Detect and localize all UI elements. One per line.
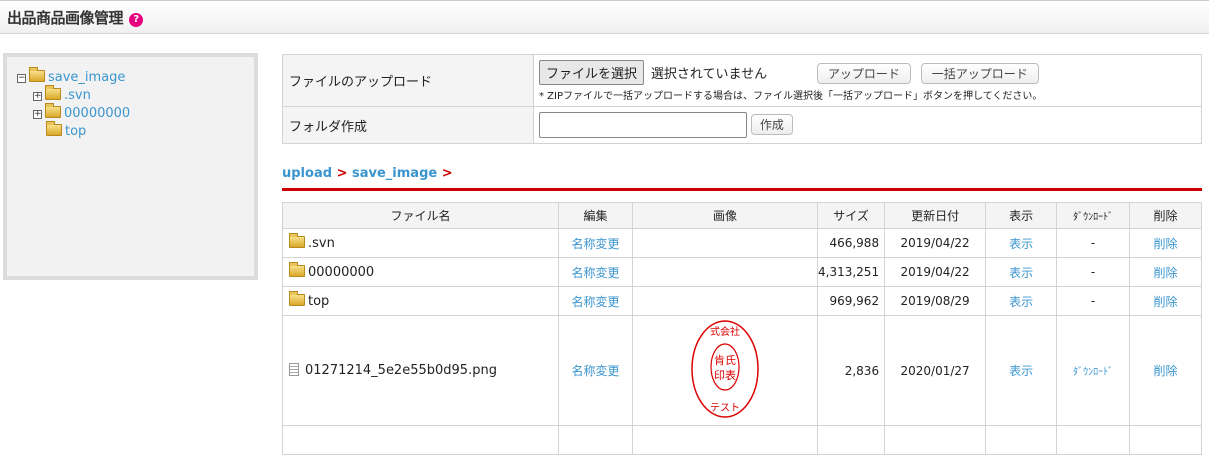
show-link[interactable]: 表示	[1009, 266, 1033, 280]
col-header: 更新日付	[884, 202, 987, 229]
delete-link[interactable]: 削除	[1154, 237, 1178, 251]
image-cell	[632, 286, 818, 316]
folder-icon	[289, 232, 305, 248]
file-name: .svn	[308, 235, 335, 251]
choose-file-button[interactable]: ファイルを選択	[539, 59, 645, 85]
file-date: 2019/04/22	[884, 228, 987, 258]
show-link[interactable]: 表示	[1009, 237, 1033, 251]
upload-button[interactable]: アップロード	[816, 62, 911, 84]
rename-link[interactable]: 名称変更	[571, 266, 619, 280]
delete-link[interactable]: 削除	[1154, 364, 1178, 378]
show-link[interactable]: 表示	[1009, 295, 1033, 309]
upload-note: * ZIPファイルで一括アップロードする場合は、ファイル選択後「一括アップロード…	[539, 90, 1043, 102]
collapse-icon[interactable]: −	[17, 74, 26, 83]
delete-link[interactable]: 削除	[1154, 295, 1178, 309]
breadcrumb: upload > save_image >	[282, 166, 453, 181]
svg-text:テスト: テスト	[710, 403, 740, 414]
image-cell	[632, 228, 818, 258]
page-title: 出品商品画像管理?	[7, 7, 144, 28]
breadcrumb-link[interactable]: save_image	[352, 166, 437, 181]
rename-link[interactable]: 名称変更	[571, 295, 619, 309]
col-header: ファイル名	[282, 202, 559, 229]
folder-icon	[46, 121, 62, 136]
tree-link[interactable]: top	[65, 124, 86, 139]
file-name: top	[308, 293, 330, 309]
divider	[282, 188, 1202, 191]
folder-icon	[45, 85, 61, 100]
folder-icon	[289, 290, 305, 306]
file-table: ファイル名 編集 画像 サイズ 更新日付 表示 ﾀﾞｳﾝﾛｰﾄﾞ 削除 .svn…	[282, 202, 1202, 455]
no-file-text: 選択されていません	[650, 66, 768, 82]
download-link[interactable]: ﾀﾞｳﾝﾛｰﾄﾞ	[1073, 367, 1113, 378]
table-row: 01271214_5e2e55b0d95.png 名称変更 肯氏 印表 式会社 …	[282, 315, 1202, 426]
breadcrumb-sep: >	[441, 166, 453, 181]
breadcrumb-sep: >	[336, 166, 348, 181]
image-cell	[632, 257, 818, 287]
folder-name-input[interactable]	[539, 112, 747, 138]
folder-icon	[29, 67, 45, 82]
file-date: 2019/08/29	[884, 286, 987, 316]
svg-text:印表: 印表	[714, 368, 736, 382]
file-name: 01271214_5e2e55b0d95.png	[305, 363, 497, 378]
tree-node[interactable]: top	[17, 121, 254, 141]
table-row: .svn 名称変更 466,988 2019/04/22 表示 - 削除	[282, 228, 1202, 258]
col-header: 編集	[558, 202, 633, 229]
folder-icon	[45, 103, 61, 118]
table-row: 00000000 名称変更 4,313,251 2019/04/22 表示 - …	[282, 257, 1202, 287]
file-date: 2020/01/27	[884, 315, 987, 426]
expand-icon[interactable]: +	[33, 110, 42, 119]
folder-icon	[289, 261, 305, 277]
bulk-upload-button[interactable]: 一括アップロード	[920, 62, 1039, 84]
breadcrumb-link[interactable]: upload	[282, 166, 332, 181]
upload-label: ファイルのアップロード	[282, 54, 534, 107]
table-row: top 名称変更 969,962 2019/08/29 表示 - 削除	[282, 286, 1202, 316]
col-header: 削除	[1129, 202, 1202, 229]
file-name: 00000000	[308, 264, 375, 280]
image-cell: 肯氏 印表 式会社 テスト	[632, 315, 818, 426]
file-size: 969,962	[816, 286, 886, 316]
title-text: 出品商品画像管理	[7, 9, 124, 27]
col-header: 画像	[632, 202, 818, 229]
download-cell: -	[1056, 257, 1131, 287]
upload-form: ファイルのアップロード ファイルを選択 選択されていません アップロード 一括ア…	[282, 54, 1202, 144]
col-header: サイズ	[816, 202, 886, 229]
file-icon	[289, 363, 299, 376]
expand-icon[interactable]: +	[33, 92, 42, 101]
page-header: 出品商品画像管理?	[0, 0, 1209, 34]
download-cell: -	[1056, 286, 1131, 316]
tree-link[interactable]: save_image	[48, 70, 125, 85]
col-header: 表示	[985, 202, 1058, 229]
file-size: 2,836	[816, 315, 886, 426]
seal-stamp-image[interactable]: 肯氏 印表 式会社 テスト	[690, 319, 760, 419]
folder-tree: − save_image + .svn +00000000 top	[3, 53, 258, 280]
svg-text:肯氏: 肯氏	[714, 354, 736, 367]
download-cell: -	[1056, 228, 1131, 258]
show-link[interactable]: 表示	[1009, 364, 1033, 378]
delete-link[interactable]: 削除	[1154, 266, 1178, 280]
svg-text:式会社: 式会社	[710, 325, 740, 338]
file-date: 2019/04/22	[884, 257, 987, 287]
col-header: ﾀﾞｳﾝﾛｰﾄﾞ	[1056, 202, 1131, 229]
file-size: 4,313,251	[816, 257, 886, 287]
rename-link[interactable]: 名称変更	[571, 237, 619, 251]
file-size: 466,988	[816, 228, 886, 258]
create-folder-button[interactable]: 作成	[750, 113, 793, 135]
tree-link[interactable]: .svn	[64, 88, 91, 103]
rename-link[interactable]: 名称変更	[571, 364, 619, 378]
help-icon[interactable]: ?	[129, 13, 144, 27]
tree-link[interactable]: 00000000	[64, 106, 130, 121]
table-row	[282, 425, 1202, 455]
folder-label: フォルダ作成	[282, 106, 534, 144]
